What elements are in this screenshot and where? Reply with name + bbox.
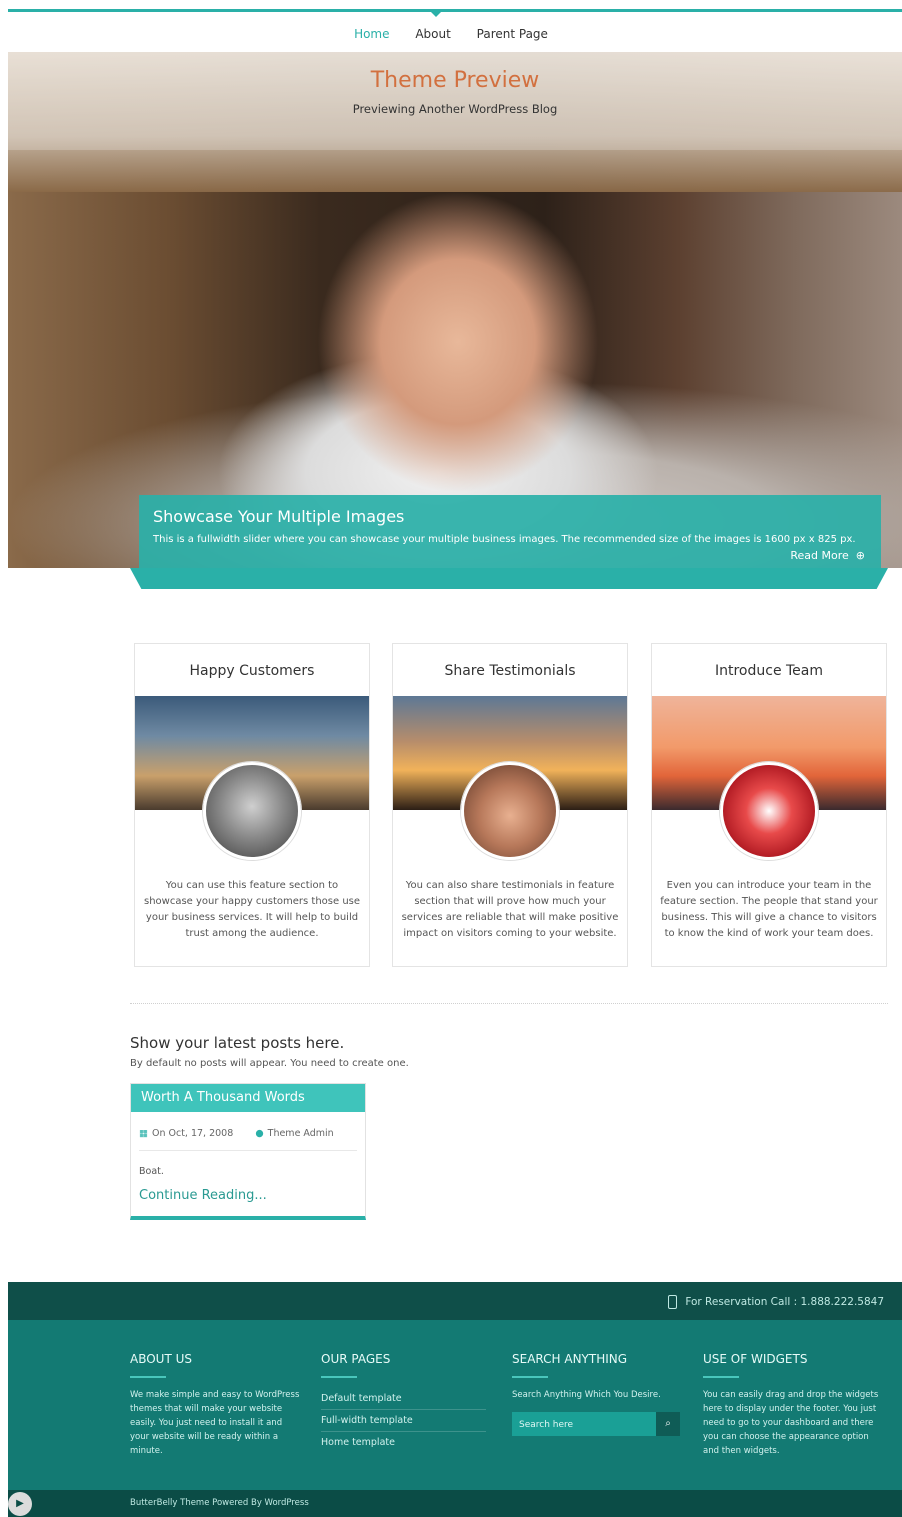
search-icon: ⌕: [665, 1418, 671, 1429]
feature-avatar: [720, 762, 818, 860]
posts-section-title: Show your latest posts here.: [130, 1034, 345, 1052]
footer-widgets-title: USE OF WIDGETS: [703, 1352, 808, 1366]
slider-caption-title: Showcase Your Multiple Images: [153, 507, 405, 526]
nav-home[interactable]: Home: [354, 27, 389, 41]
slider-caption-ribbon: [130, 568, 888, 589]
feature-title: Introduce Team: [714, 663, 824, 679]
feature-text: Even you can introduce your team in the …: [660, 880, 878, 939]
play-circle-icon[interactable]: ▶: [8, 1492, 32, 1516]
footer-underline: [512, 1376, 548, 1378]
phone-icon: [668, 1295, 678, 1309]
feature-card-share-testimonials: Share Testimonials You can also share te…: [392, 643, 628, 967]
feature-text: You can also share testimonials in featu…: [401, 880, 619, 939]
search-button[interactable]: ⌕: [656, 1412, 680, 1436]
footer-underline: [321, 1376, 357, 1378]
arrow-circle-icon: ⊕: [852, 549, 865, 562]
post-author[interactable]: Theme Admin: [268, 1128, 334, 1139]
footer-search-title: SEARCH ANYTHING: [512, 1352, 628, 1366]
footer-search: SEARCH ANYTHING Search Anything Which Yo…: [512, 1352, 682, 1437]
footer-page-full-width-template[interactable]: Full-width template: [321, 1410, 486, 1432]
powered-by-text: ButterBelly Theme Powered By WordPress: [130, 1498, 309, 1508]
posts-section-subtitle: By default no posts will appear. You nee…: [130, 1058, 409, 1069]
footer-widgets-info: USE OF WIDGETS You can easily drag and d…: [703, 1352, 887, 1458]
feature-card-introduce-team: Introduce Team Even you can introduce yo…: [651, 643, 887, 967]
footer-search-input[interactable]: [512, 1413, 656, 1437]
footer-underline: [130, 1376, 166, 1378]
user-icon: ●: [255, 1128, 264, 1139]
slider-caption: Showcase Your Multiple Images This is a …: [139, 495, 881, 568]
feature-card-happy-customers: Happy Customers You can use this feature…: [134, 643, 370, 967]
post-meta-separator: [139, 1150, 357, 1151]
footer-page-home-template[interactable]: Home template: [321, 1432, 486, 1453]
main-navigation: Home About Parent Page: [0, 27, 902, 41]
continue-reading-link[interactable]: Continue Reading...: [139, 1188, 267, 1203]
footer-bottom-bar: ▶ ButterBelly Theme Powered By WordPress: [8, 1490, 902, 1517]
hero-slider[interactable]: Theme Preview Previewing Another WordPre…: [8, 52, 902, 568]
nav-active-indicator: [430, 11, 442, 17]
hero-title-band: [8, 52, 902, 150]
post-meta: ▦ On Oct, 17, 2008 ● Theme Admin: [139, 1128, 334, 1139]
top-accent-bar: [8, 0, 902, 12]
footer-search-text: Search Anything Which You Desire.: [512, 1390, 661, 1400]
post-title[interactable]: Worth A Thousand Words: [131, 1084, 365, 1112]
footer-widgets: ABOUT US We make simple and easy to Word…: [8, 1320, 902, 1490]
calendar-icon: ▦: [139, 1128, 148, 1139]
feature-avatar: [203, 762, 301, 860]
nav-about[interactable]: About: [415, 27, 450, 41]
post-card: Worth A Thousand Words ▦ On Oct, 17, 2008…: [130, 1083, 366, 1220]
post-excerpt: Boat.: [139, 1166, 164, 1177]
footer-about-title: ABOUT US: [130, 1352, 193, 1366]
feature-title: Share Testimonials: [444, 663, 576, 679]
feature-title: Happy Customers: [189, 663, 315, 679]
footer-underline: [703, 1376, 739, 1378]
read-more-label: Read More: [790, 549, 849, 562]
footer-about-text: We make simple and easy to WordPress the…: [130, 1390, 300, 1456]
section-divider: [130, 1003, 888, 1004]
footer-top-bar: For Reservation Call : 1.888.222.5847: [8, 1282, 902, 1320]
read-more-link[interactable]: Read More ⊕: [790, 549, 865, 562]
nav-parent-page[interactable]: Parent Page: [477, 27, 548, 41]
post-date: On Oct, 17, 2008: [151, 1128, 234, 1139]
footer-search-box: ⌕: [512, 1412, 680, 1437]
footer-widgets-text: You can easily drag and drop the widgets…: [703, 1390, 879, 1456]
slider-caption-text: This is a fullwidth slider where you can…: [153, 534, 856, 545]
feature-avatar: [461, 762, 559, 860]
site-tagline: Previewing Another WordPress Blog: [352, 102, 558, 116]
reservation-text: For Reservation Call : 1.888.222.5847: [685, 1296, 884, 1308]
footer-page-default-template[interactable]: Default template: [321, 1388, 486, 1410]
footer-pages: OUR PAGES Default template Full-width te…: [321, 1352, 491, 1453]
reservation-call: For Reservation Call : 1.888.222.5847: [668, 1295, 884, 1309]
footer-about: ABOUT US We make simple and easy to Word…: [130, 1352, 300, 1458]
feature-text: You can use this feature section to show…: [143, 880, 361, 939]
footer-pages-title: OUR PAGES: [321, 1352, 391, 1366]
site-title[interactable]: Theme Preview: [8, 68, 902, 93]
